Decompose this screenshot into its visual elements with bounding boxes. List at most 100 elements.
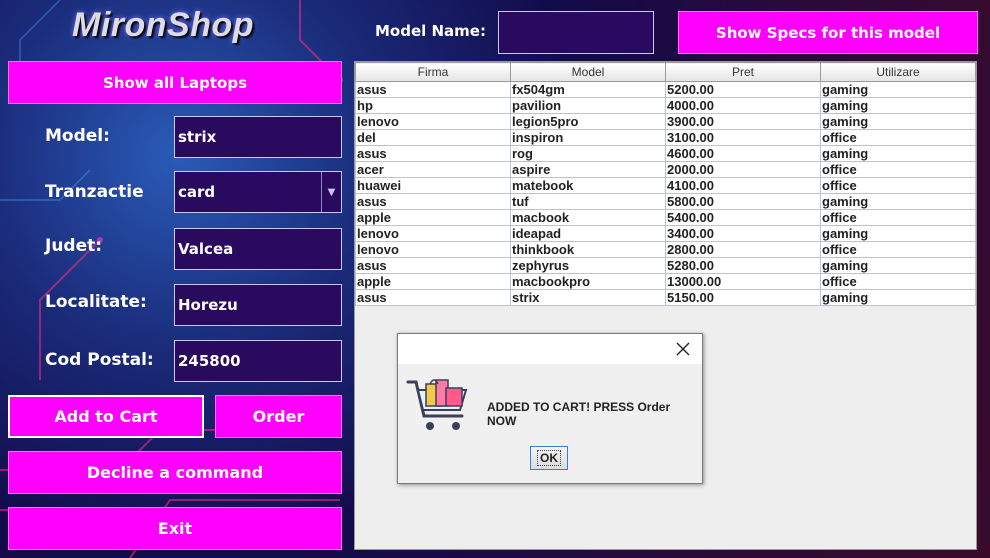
ok-button[interactable]: OK: [530, 446, 568, 470]
show-all-laptops-button[interactable]: Show all Laptops: [8, 61, 342, 104]
table-row[interactable]: asus zephyrus 5280.00 gaming: [355, 257, 976, 274]
dialog-message: ADDED TO CART! PRESS Order NOW: [487, 400, 671, 428]
cell-pret: 5150.00: [665, 289, 821, 306]
table-body: asus fx504gm 5200.00 gaming hp pavilion 4000.0…: [355, 81, 976, 306]
cell-firma: asus: [355, 289, 511, 306]
cod-postal-input[interactable]: 245800: [174, 340, 342, 382]
cell-model: inspiron: [510, 129, 666, 146]
cell-pret: 5200.00: [665, 81, 821, 98]
cell-firma: asus: [355, 193, 511, 210]
column-header-pret[interactable]: Pret: [665, 62, 821, 82]
table-row[interactable]: apple macbookpro 13000.00 office: [355, 273, 976, 290]
add-to-cart-button[interactable]: Add to Cart: [8, 395, 204, 438]
cell-firma: lenovo: [355, 225, 511, 242]
cell-pret: 3900.00: [665, 113, 821, 130]
cell-utilizare: office: [820, 177, 976, 194]
cell-utilizare: office: [820, 161, 976, 178]
cell-firma: apple: [355, 209, 511, 226]
cell-firma: lenovo: [355, 241, 511, 258]
cell-pret: 3400.00: [665, 225, 821, 242]
cell-model: thinkbook: [510, 241, 666, 258]
cell-utilizare: gaming: [820, 81, 976, 98]
laptops-table: Firma Model Pret Utilizare asus fx504gm 52…: [355, 62, 976, 306]
table-row[interactable]: asus rog 4600.00 gaming: [355, 145, 976, 162]
cell-firma: asus: [355, 81, 511, 98]
cell-utilizare: gaming: [820, 225, 976, 242]
decline-command-button[interactable]: Decline a command: [8, 451, 342, 494]
cell-firma: apple: [355, 273, 511, 290]
cell-firma: hp: [355, 97, 511, 114]
cell-pret: 2000.00: [665, 161, 821, 178]
cell-model: macbookpro: [510, 273, 666, 290]
cell-model: aspire: [510, 161, 666, 178]
cell-utilizare: office: [820, 241, 976, 258]
app-logo: MironShop: [72, 6, 255, 44]
judet-input[interactable]: Valcea: [174, 228, 342, 270]
column-header-model[interactable]: Model: [510, 62, 666, 82]
cell-pret: 13000.00: [665, 273, 821, 290]
column-header-firma[interactable]: Firma: [355, 62, 511, 82]
exit-button[interactable]: Exit: [8, 507, 342, 550]
cell-pret: 4600.00: [665, 145, 821, 162]
cell-pret: 3100.00: [665, 129, 821, 146]
cell-model: fx504gm: [510, 81, 666, 98]
cell-model: ideapad: [510, 225, 666, 242]
cell-model: legion5pro: [510, 113, 666, 130]
cell-utilizare: gaming: [820, 113, 976, 130]
table-row[interactable]: lenovo thinkbook 2800.00 office: [355, 241, 976, 258]
localitate-label: Localitate:: [45, 292, 147, 312]
cell-utilizare: gaming: [820, 289, 976, 306]
cell-firma: asus: [355, 145, 511, 162]
tranzactie-select[interactable]: card ▼: [174, 171, 342, 213]
table-row[interactable]: lenovo legion5pro 3900.00 gaming: [355, 113, 976, 130]
close-icon[interactable]: [674, 340, 692, 358]
cell-model: pavilion: [510, 97, 666, 114]
cell-utilizare: office: [820, 209, 976, 226]
cell-utilizare: gaming: [820, 193, 976, 210]
model-name-input[interactable]: [498, 11, 654, 54]
cell-pret: 5280.00: [665, 257, 821, 274]
cell-model: zephyrus: [510, 257, 666, 274]
table-row[interactable]: acer aspire 2000.00 office: [355, 161, 976, 178]
tranzactie-label: Tranzactie: [45, 182, 144, 202]
cell-pret: 4000.00: [665, 97, 821, 114]
table-row[interactable]: asus tuf 5800.00 gaming: [355, 193, 976, 210]
cell-utilizare: gaming: [820, 257, 976, 274]
table-row[interactable]: asus strix 5150.00 gaming: [355, 289, 976, 306]
cell-firma: lenovo: [355, 113, 511, 130]
table-row[interactable]: asus fx504gm 5200.00 gaming: [355, 81, 976, 98]
chevron-down-icon[interactable]: ▼: [321, 172, 341, 212]
model-label: Model:: [45, 126, 110, 146]
table-row[interactable]: hp pavilion 4000.00 gaming: [355, 97, 976, 114]
cell-firma: huawei: [355, 177, 511, 194]
model-input[interactable]: strix: [174, 116, 342, 158]
column-header-utilizare[interactable]: Utilizare: [820, 62, 976, 82]
cell-utilizare: office: [820, 129, 976, 146]
cell-model: macbook: [510, 209, 666, 226]
table-row[interactable]: del inspiron 3100.00 office: [355, 129, 976, 146]
dialog-title-bar: [398, 334, 702, 364]
table-row[interactable]: huawei matebook 4100.00 office: [355, 177, 976, 194]
ok-label: OK: [537, 450, 561, 466]
cell-utilizare: gaming: [820, 145, 976, 162]
cell-pret: 5800.00: [665, 193, 821, 210]
cell-firma: del: [355, 129, 511, 146]
cell-firma: acer: [355, 161, 511, 178]
cell-model: rog: [510, 145, 666, 162]
cell-pret: 4100.00: [665, 177, 821, 194]
tranzactie-value: card: [178, 183, 216, 201]
added-to-cart-dialog: ADDED TO CART! PRESS Order NOW OK: [397, 333, 703, 484]
cell-model: strix: [510, 289, 666, 306]
table-row[interactable]: apple macbook 5400.00 office: [355, 209, 976, 226]
judet-label: Judet:: [45, 236, 103, 256]
table-row[interactable]: lenovo ideapad 3400.00 gaming: [355, 225, 976, 242]
show-specs-button[interactable]: Show Specs for this model: [678, 11, 978, 54]
model-name-label: Model Name:: [375, 22, 486, 40]
localitate-input[interactable]: Horezu: [174, 284, 342, 326]
cod-postal-label: Cod Postal:: [45, 350, 154, 370]
shopping-cart-icon: [406, 379, 468, 430]
cell-utilizare: gaming: [820, 97, 976, 114]
cell-firma: asus: [355, 257, 511, 274]
cell-pret: 5400.00: [665, 209, 821, 226]
order-button[interactable]: Order: [215, 395, 342, 438]
